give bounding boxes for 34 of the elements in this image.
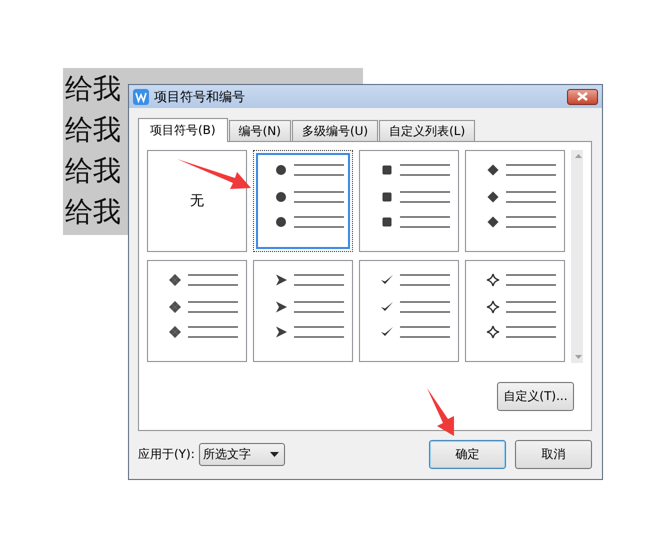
close-button[interactable] [567, 88, 598, 104]
apply-to-label: 应用于(Y): [138, 446, 195, 463]
caret-icon [270, 452, 279, 457]
close-icon [577, 92, 588, 101]
bullet-list-drawing [382, 164, 450, 228]
bullet-list-drawing [488, 164, 556, 228]
tab[interactable]: 多级编号(U) [292, 120, 378, 141]
bullet-option[interactable] [147, 260, 247, 362]
bullet-list-drawing [276, 274, 344, 338]
document-text-line: 给我 [64, 71, 121, 107]
bullet-option[interactable] [465, 260, 565, 362]
apply-to-dropdown[interactable]: 所选文字 [198, 443, 285, 466]
document-text-line: 给我 [64, 194, 121, 230]
bullet-option[interactable] [359, 260, 459, 362]
cancel-button[interactable]: 取消 [515, 440, 592, 469]
window-title: 项目符号和编号 [154, 88, 246, 106]
customize-button[interactable]: 自定义(T)... [497, 382, 574, 411]
tab[interactable]: 编号(N) [228, 120, 291, 141]
bullet-option[interactable]: 无 [147, 150, 247, 252]
bullet-list-drawing [169, 274, 238, 338]
tab[interactable]: 自定义列表(L) [379, 120, 476, 141]
document-text-line: 给我 [64, 153, 121, 189]
app-logo-icon [133, 88, 149, 104]
bullet-list-drawing [381, 274, 450, 338]
ok-button[interactable]: 确定 [429, 440, 506, 469]
bullet-option[interactable] [465, 150, 565, 252]
bullet-list-drawing [486, 273, 556, 339]
bullet-list-drawing [276, 164, 344, 228]
bullet-option[interactable] [253, 150, 353, 252]
bullet-option[interactable] [359, 150, 459, 252]
none-label: 无 [190, 192, 204, 210]
document-text-line: 给我 [64, 112, 121, 148]
bullet-option[interactable] [253, 260, 353, 362]
tab[interactable]: 项目符号(B) [138, 118, 228, 142]
